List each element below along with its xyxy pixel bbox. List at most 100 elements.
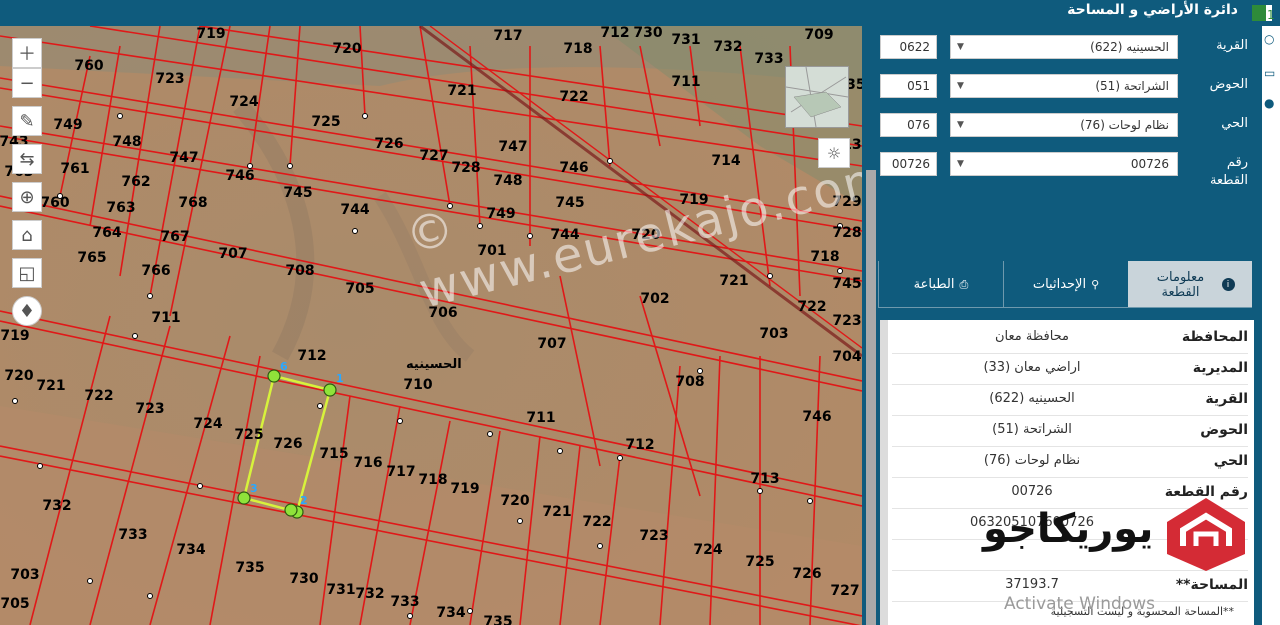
- parcel-number-label: 730: [289, 571, 319, 587]
- parcel-number-label: 707: [537, 336, 567, 352]
- parcel-number-label: 733: [754, 51, 784, 67]
- parcel-number-label: 703: [10, 567, 40, 583]
- parcel-number-label: 725: [745, 554, 775, 570]
- village-map-label: الحسينيه: [406, 357, 462, 372]
- layers-button[interactable]: ◱: [12, 258, 42, 288]
- info-value: الشراتحة (51): [992, 422, 1072, 437]
- parcel-number-label: 720: [4, 368, 34, 384]
- parcel-number-label: 746: [225, 168, 255, 184]
- parcel-number-label: 723: [639, 528, 669, 544]
- district-code-input[interactable]: 076: [880, 113, 937, 137]
- tab-print[interactable]: الطباعة ⎙: [878, 261, 1003, 308]
- parcel-number-label: 735: [483, 614, 513, 625]
- home-button[interactable]: ⌂: [12, 220, 42, 250]
- district-select[interactable]: ▼ نظام لوحات (76): [950, 113, 1178, 137]
- info-icon: i: [1221, 278, 1235, 291]
- parcel-number-label: 723: [155, 71, 185, 87]
- folder-icon[interactable]: ▭: [1264, 66, 1278, 80]
- location-pin-icon: ⚲: [1091, 278, 1100, 291]
- map-pin-icon[interactable]: ●: [1264, 96, 1278, 110]
- caret-down-icon: ▼: [957, 159, 964, 169]
- tab-print-label: الطباعة: [913, 277, 955, 292]
- panel-scrollbar[interactable]: [866, 170, 876, 625]
- parcel-number-label: 719: [196, 26, 226, 42]
- vertex-marker[interactable]: [267, 369, 281, 383]
- parcel-number-label: 749: [53, 117, 83, 133]
- locate-button[interactable]: ⊕: [12, 182, 42, 212]
- parcel-number-label: 731: [671, 32, 701, 48]
- vertex-number-label: 6: [280, 360, 288, 373]
- tab-parcel-info[interactable]: معلومات القطعة i: [1128, 261, 1252, 308]
- parcel-number-label: 745: [283, 185, 313, 201]
- parcel-number-label: 732: [713, 39, 743, 55]
- parcel-number-label: 725: [234, 427, 264, 443]
- info-key: الحي: [1213, 453, 1248, 469]
- vertex-marker[interactable]: [323, 383, 337, 397]
- measure-icon: ⇆: [19, 148, 35, 170]
- parcel-number-label: 733: [118, 527, 148, 543]
- info-value: 37193.7: [1005, 577, 1059, 592]
- parcel-number-label: 705: [0, 596, 30, 612]
- parcel-number-label: 768: [178, 195, 208, 211]
- search-icon[interactable]: ○: [1264, 32, 1278, 46]
- vertex-number-label: 3: [250, 482, 258, 495]
- parcel-number-label: 732: [42, 498, 72, 514]
- parcel-number-label: 719: [450, 481, 480, 497]
- basin-select[interactable]: ▼ الشراتحة (51): [950, 74, 1178, 98]
- parcel-number-label: 727: [419, 148, 449, 164]
- vertex-marker[interactable]: [284, 503, 298, 517]
- parcel-number-label: 721: [542, 504, 572, 520]
- layers-icon: ◱: [18, 262, 36, 284]
- zoom-out-button[interactable]: −: [12, 68, 42, 98]
- parcel-number-label: 723: [832, 313, 862, 329]
- parcel-number-label: 711: [526, 410, 556, 426]
- vertex-marker[interactable]: [237, 491, 251, 505]
- parcel-number-label: 728: [832, 225, 862, 241]
- parcel-number-label: 748: [112, 134, 142, 150]
- parcel-number-label: 718: [810, 249, 840, 265]
- parcel-code-input[interactable]: 00726: [880, 152, 937, 176]
- daylight-button[interactable]: ☼: [818, 138, 850, 168]
- parcel-number-label: 722: [797, 299, 827, 315]
- parcel-select[interactable]: ▼ 00726: [950, 152, 1178, 176]
- info-value: نظام لوحات (76): [983, 453, 1081, 468]
- info-row: المديرية اراضي معان (33): [892, 353, 1248, 385]
- parcel-number-label: 763: [106, 200, 136, 216]
- parcel-number-label: 766: [141, 263, 171, 279]
- measure-button[interactable]: ⇆: [12, 144, 42, 174]
- basin-code-input[interactable]: 051: [880, 74, 937, 98]
- zoom-in-button[interactable]: ＋: [12, 38, 42, 68]
- parcel-number-label: 709: [804, 27, 834, 43]
- village-select[interactable]: ▼ الحسينيه (622): [950, 35, 1178, 59]
- parcel-number-label: 705: [345, 281, 375, 297]
- parcel-number-label: رقم القطعة: [1209, 155, 1248, 188]
- map-view[interactable]: 719 720 717 718 712 730 731 732 709 733 760 723 721 7…: [0, 26, 862, 625]
- info-scroll-track[interactable]: [880, 320, 888, 625]
- parcel-number-label: 720: [332, 41, 362, 57]
- info-tabs: معلومات القطعة i الإحداثيات ⚲ الطباعة ⎙: [878, 261, 1252, 308]
- parcel-number-label: 760: [74, 58, 104, 74]
- compass-button[interactable]: ♦: [12, 296, 42, 326]
- right-rail: ○ ▭ ●: [1262, 26, 1280, 625]
- parcel-number-label: 716: [353, 455, 383, 471]
- basemap-thumbnail[interactable]: [785, 66, 849, 128]
- parcel-number-label: 715: [319, 446, 349, 462]
- info-value: اراضي معان (33): [983, 360, 1081, 375]
- parcel-number-label: 732: [355, 586, 385, 602]
- crosshair-icon: ⊕: [19, 186, 35, 208]
- parcel-number-label: 721: [719, 273, 749, 289]
- village-code-input[interactable]: 0622: [880, 35, 937, 59]
- sun-icon: ☼: [826, 143, 842, 163]
- vertex-number-label: 1: [336, 372, 344, 385]
- parcel-number-label: 723: [135, 401, 165, 417]
- parcel-number-label: 726: [792, 566, 822, 582]
- jordan-logo-icon: 1: [1252, 5, 1274, 22]
- brand-overlay: يوريكاجو: [983, 496, 1251, 572]
- draw-button[interactable]: ✎: [12, 106, 42, 136]
- info-value: الحسينيه (622): [989, 391, 1075, 406]
- parcel-number-label: 712: [600, 26, 630, 41]
- village-label: القرية: [1216, 38, 1248, 53]
- parcel-number-label: 719: [0, 328, 30, 344]
- parcel-number-label: 762: [121, 174, 151, 190]
- tab-coordinates[interactable]: الإحداثيات ⚲: [1003, 261, 1128, 308]
